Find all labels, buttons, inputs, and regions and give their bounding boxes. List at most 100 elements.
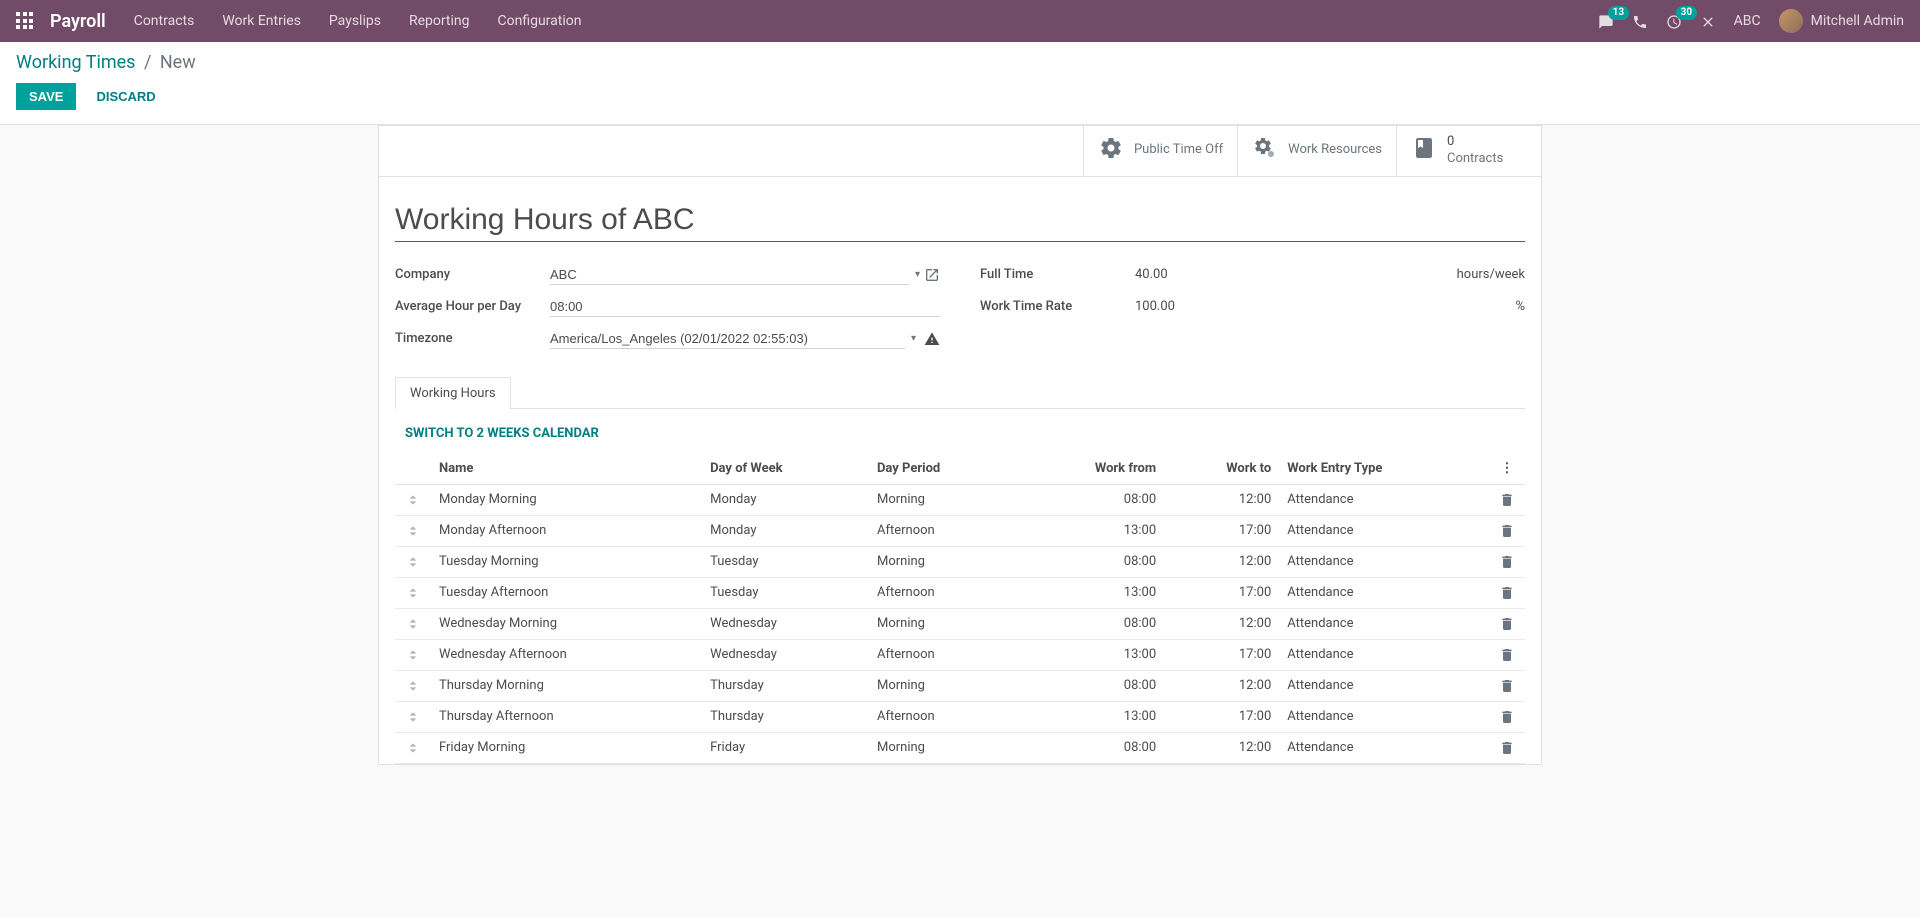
switch-calendar-link[interactable]: SWITCH TO 2 WEEKS CALENDAR: [395, 426, 609, 453]
discard-button[interactable]: DISCARD: [88, 84, 163, 109]
cell-type[interactable]: Attendance: [1279, 577, 1489, 608]
cell-period[interactable]: Afternoon: [869, 515, 1018, 546]
main-scroll[interactable]: Public Time Off Work Resources 0 Contrac…: [0, 125, 1920, 910]
delete-row-icon[interactable]: [1489, 546, 1525, 577]
cell-day[interactable]: Wednesday: [702, 639, 869, 670]
col-work-entry-type[interactable]: Work Entry Type: [1279, 453, 1489, 485]
cell-day[interactable]: Friday: [702, 732, 869, 763]
cell-day[interactable]: Tuesday: [702, 546, 869, 577]
cell-name[interactable]: Friday Morning: [431, 732, 702, 763]
cell-name[interactable]: Wednesday Morning: [431, 608, 702, 639]
cell-from[interactable]: 13:00: [1018, 515, 1164, 546]
cell-from[interactable]: 08:00: [1018, 484, 1164, 515]
drag-handle-icon[interactable]: [395, 701, 431, 732]
nav-work-entries[interactable]: Work Entries: [222, 13, 301, 29]
delete-row-icon[interactable]: [1489, 732, 1525, 763]
company-switcher[interactable]: ABC: [1734, 13, 1761, 29]
delete-row-icon[interactable]: [1489, 670, 1525, 701]
col-day-period[interactable]: Day Period: [869, 453, 1018, 485]
col-options[interactable]: ⋮: [1489, 453, 1525, 485]
cell-to[interactable]: 12:00: [1164, 484, 1279, 515]
cell-period[interactable]: Morning: [869, 608, 1018, 639]
avg-hour-field[interactable]: [550, 297, 940, 317]
table-row[interactable]: Friday MorningFridayMorning08:0012:00Att…: [395, 732, 1525, 763]
table-row[interactable]: Tuesday AfternoonTuesdayAfternoon13:0017…: [395, 577, 1525, 608]
delete-row-icon[interactable]: [1489, 639, 1525, 670]
timezone-field[interactable]: [550, 329, 905, 349]
drag-handle-icon[interactable]: [395, 670, 431, 701]
title-input[interactable]: [395, 201, 1525, 242]
cell-to[interactable]: 12:00: [1164, 732, 1279, 763]
user-menu[interactable]: Mitchell Admin: [1779, 9, 1904, 33]
table-row[interactable]: Monday MorningMondayMorning08:0012:00Att…: [395, 484, 1525, 515]
cell-name[interactable]: Tuesday Afternoon: [431, 577, 702, 608]
cell-name[interactable]: Thursday Morning: [431, 670, 702, 701]
cell-name[interactable]: Monday Afternoon: [431, 515, 702, 546]
cell-type[interactable]: Attendance: [1279, 546, 1489, 577]
tab-working-hours[interactable]: Working Hours: [395, 377, 511, 409]
cell-to[interactable]: 12:00: [1164, 546, 1279, 577]
table-row[interactable]: Thursday AfternoonThursdayAfternoon13:00…: [395, 701, 1525, 732]
cell-from[interactable]: 08:00: [1018, 608, 1164, 639]
drag-handle-icon[interactable]: [395, 484, 431, 515]
activity-icon[interactable]: 30: [1666, 12, 1682, 31]
table-row[interactable]: Monday AfternoonMondayAfternoon13:0017:0…: [395, 515, 1525, 546]
drag-handle-icon[interactable]: [395, 639, 431, 670]
breadcrumb-parent[interactable]: Working Times: [16, 52, 135, 73]
drag-handle-icon[interactable]: [395, 515, 431, 546]
stat-work-resources[interactable]: Work Resources: [1237, 126, 1396, 176]
delete-row-icon[interactable]: [1489, 515, 1525, 546]
cell-day[interactable]: Tuesday: [702, 577, 869, 608]
cell-to[interactable]: 12:00: [1164, 670, 1279, 701]
chevron-down-icon[interactable]: ▾: [915, 269, 920, 280]
cell-period[interactable]: Morning: [869, 484, 1018, 515]
cell-type[interactable]: Attendance: [1279, 701, 1489, 732]
cell-type[interactable]: Attendance: [1279, 515, 1489, 546]
phone-icon[interactable]: [1632, 12, 1648, 31]
cell-to[interactable]: 17:00: [1164, 639, 1279, 670]
stat-contracts[interactable]: 0 Contracts: [1396, 126, 1541, 176]
cell-to[interactable]: 17:00: [1164, 577, 1279, 608]
company-field[interactable]: [550, 265, 909, 285]
messages-icon[interactable]: 13: [1598, 12, 1614, 31]
cell-name[interactable]: Wednesday Afternoon: [431, 639, 702, 670]
external-link-icon[interactable]: [924, 267, 940, 283]
drag-handle-icon[interactable]: [395, 732, 431, 763]
cell-day[interactable]: Thursday: [702, 701, 869, 732]
cell-type[interactable]: Attendance: [1279, 608, 1489, 639]
cell-type[interactable]: Attendance: [1279, 639, 1489, 670]
cell-day[interactable]: Thursday: [702, 670, 869, 701]
cell-to[interactable]: 17:00: [1164, 701, 1279, 732]
cell-name[interactable]: Monday Morning: [431, 484, 702, 515]
table-row[interactable]: Wednesday AfternoonWednesdayAfternoon13:…: [395, 639, 1525, 670]
nav-configuration[interactable]: Configuration: [498, 13, 582, 29]
cell-period[interactable]: Morning: [869, 732, 1018, 763]
col-name[interactable]: Name: [431, 453, 702, 485]
close-tray-icon[interactable]: [1700, 12, 1716, 31]
cell-period[interactable]: Morning: [869, 546, 1018, 577]
cell-period[interactable]: Afternoon: [869, 577, 1018, 608]
drag-handle-icon[interactable]: [395, 546, 431, 577]
delete-row-icon[interactable]: [1489, 484, 1525, 515]
save-button[interactable]: SAVE: [16, 83, 76, 110]
col-day-of-week[interactable]: Day of Week: [702, 453, 869, 485]
cell-to[interactable]: 17:00: [1164, 515, 1279, 546]
cell-period[interactable]: Afternoon: [869, 639, 1018, 670]
cell-from[interactable]: 13:00: [1018, 701, 1164, 732]
cell-from[interactable]: 13:00: [1018, 639, 1164, 670]
stat-public-time-off[interactable]: Public Time Off: [1083, 126, 1237, 176]
chevron-down-icon[interactable]: ▾: [911, 333, 916, 344]
drag-handle-icon[interactable]: [395, 608, 431, 639]
cell-period[interactable]: Afternoon: [869, 701, 1018, 732]
cell-day[interactable]: Monday: [702, 484, 869, 515]
nav-reporting[interactable]: Reporting: [409, 13, 470, 29]
delete-row-icon[interactable]: [1489, 701, 1525, 732]
table-row[interactable]: Tuesday MorningTuesdayMorning08:0012:00A…: [395, 546, 1525, 577]
table-row[interactable]: Wednesday MorningWednesdayMorning08:0012…: [395, 608, 1525, 639]
delete-row-icon[interactable]: [1489, 577, 1525, 608]
cell-day[interactable]: Wednesday: [702, 608, 869, 639]
delete-row-icon[interactable]: [1489, 608, 1525, 639]
cell-name[interactable]: Tuesday Morning: [431, 546, 702, 577]
cell-name[interactable]: Thursday Afternoon: [431, 701, 702, 732]
drag-handle-icon[interactable]: [395, 577, 431, 608]
